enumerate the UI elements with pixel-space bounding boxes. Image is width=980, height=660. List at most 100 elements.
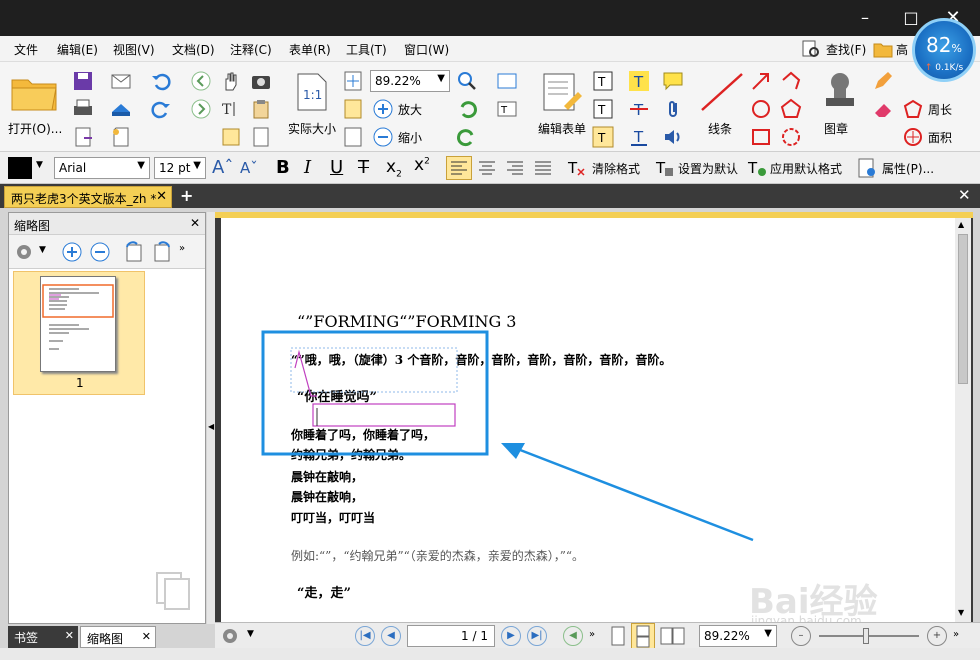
prev-page-button[interactable]: ◀ (381, 626, 401, 646)
page-number-field[interactable]: 1 / 1 (407, 625, 495, 647)
email-icon[interactable] (110, 70, 132, 92)
more-icon[interactable]: » (953, 629, 959, 640)
zoom-in-label[interactable]: 放大 (398, 101, 422, 118)
select-text-icon[interactable]: T (220, 98, 242, 120)
zoom-slider[interactable] (819, 628, 919, 644)
bold-icon[interactable]: B (276, 157, 290, 178)
apply-default-icon[interactable]: T (746, 157, 768, 179)
superscript-icon[interactable]: x2 (414, 155, 430, 175)
arrow-icon[interactable] (750, 70, 772, 92)
zoom-out-button[interactable]: – (791, 626, 811, 646)
actual-size-label[interactable]: 实际大小 (288, 120, 336, 137)
actual-size-icon[interactable]: 1:1 (294, 72, 330, 112)
undo-icon[interactable] (150, 70, 172, 92)
chevron-down-icon[interactable]: ▼ (247, 629, 254, 639)
rotate-right-icon[interactable] (456, 126, 478, 148)
scroll-thumb[interactable] (958, 234, 968, 384)
typewriter-icon[interactable] (496, 70, 518, 92)
more-icon[interactable]: » (179, 243, 185, 254)
align-left-icon[interactable] (446, 156, 472, 180)
chevron-down-icon[interactable]: ▼ (39, 245, 46, 255)
eraser-icon[interactable] (872, 98, 894, 120)
cloud-icon[interactable] (780, 126, 802, 148)
fit-width-icon[interactable] (342, 98, 364, 120)
stamp-label[interactable]: 图章 (824, 120, 848, 137)
annotation-select-icon[interactable] (220, 126, 242, 148)
underline-text-icon[interactable]: T (628, 126, 650, 148)
minimize-button[interactable]: – (852, 6, 878, 30)
menu-window[interactable]: 窗口(W) (404, 41, 449, 58)
forward-icon[interactable] (190, 98, 212, 120)
perimeter-label[interactable]: 周长 (928, 101, 952, 118)
fit-page-icon[interactable] (342, 70, 364, 92)
pin-text-icon[interactable]: T (592, 126, 614, 148)
print-icon[interactable] (72, 98, 94, 120)
scan-icon[interactable] (110, 98, 132, 120)
set-default-icon[interactable]: T (654, 157, 676, 179)
redo-icon[interactable] (150, 98, 172, 120)
increase-font-icon[interactable]: Aˆ (212, 157, 233, 178)
menu-advanced-search[interactable]: 高 (896, 41, 908, 58)
vertical-scrollbar[interactable]: ▲ ▼ (955, 218, 971, 622)
align-right-icon[interactable] (504, 157, 526, 179)
decrease-font-icon[interactable]: Aˇ (240, 159, 258, 177)
open-label[interactable]: 打开(O)... (8, 120, 62, 137)
pdf-page[interactable]: “”FORMING“”FORMING 3 “”哦，哦，（旋律）3 个音阶，音阶，… (221, 218, 955, 628)
edit-form-label[interactable]: 编辑表单 (538, 120, 586, 137)
fit-visible-icon[interactable] (342, 126, 364, 148)
close-icon[interactable]: ✕ (142, 630, 151, 643)
stamp-icon[interactable] (820, 70, 860, 114)
clipboard-icon[interactable] (250, 98, 272, 120)
apply-default-label[interactable]: 应用默认格式 (770, 160, 842, 177)
maximize-button[interactable]: □ (898, 6, 924, 30)
highlight-text-icon[interactable]: T (628, 70, 650, 92)
gear-icon[interactable] (13, 241, 35, 263)
underline-icon[interactable]: U (330, 157, 343, 178)
new-tab-icon[interactable]: + (180, 186, 193, 205)
note-icon[interactable] (662, 70, 684, 92)
rotate-cw-icon[interactable] (151, 241, 173, 263)
area-label[interactable]: 面积 (928, 129, 952, 146)
menu-form[interactable]: 表单(R) (289, 41, 331, 58)
ellipse-icon[interactable] (750, 98, 772, 120)
attachment-icon[interactable] (662, 98, 684, 120)
font-size-combo[interactable]: 12 pt ▼ (154, 157, 206, 179)
rectangle-icon[interactable] (750, 126, 772, 148)
line-icon[interactable] (698, 70, 746, 114)
zoom-in-magnifier-icon[interactable] (456, 70, 478, 92)
set-default-label[interactable]: 设置为默认 (678, 160, 738, 177)
zoom-slider-handle[interactable] (863, 628, 869, 644)
rotate-ccw-icon[interactable] (123, 241, 145, 263)
collapse-arrow-icon[interactable]: ◀ (208, 422, 214, 431)
tab-bookmarks[interactable]: 书签 ✕ (8, 626, 78, 648)
page-thumbnail[interactable] (40, 276, 116, 372)
close-icon[interactable]: ✕ (156, 189, 167, 204)
open-folder-icon[interactable] (10, 72, 58, 112)
align-center-icon[interactable] (476, 157, 498, 179)
status-zoom-combo[interactable]: 89.22% ▼ (699, 625, 777, 647)
first-page-button[interactable]: |◀ (355, 626, 375, 646)
scroll-up-icon[interactable]: ▲ (958, 220, 964, 229)
menu-edit[interactable]: 编辑(E) (57, 41, 98, 58)
tab-thumbnails[interactable]: 缩略图 ✕ (80, 626, 156, 648)
italic-icon[interactable]: I (304, 157, 311, 178)
menu-find[interactable]: 查找(F) (826, 41, 866, 58)
text-box-icon[interactable]: T (592, 70, 614, 92)
facing-pages-icon[interactable] (659, 625, 687, 647)
thumbnail-item[interactable]: 1 (13, 271, 145, 395)
text-field-icon[interactable]: T (496, 98, 518, 120)
properties-label[interactable]: 属性(P)... (882, 160, 934, 177)
strikeout-text-icon[interactable]: T (628, 98, 650, 120)
close-icon[interactable]: ✕ (190, 216, 200, 230)
zoom-out-icon[interactable] (372, 126, 394, 148)
hand-tool-icon[interactable] (220, 70, 242, 92)
strikethrough-icon[interactable]: T (358, 157, 369, 178)
gear-icon[interactable] (219, 625, 241, 647)
back-view-button[interactable]: ◀ (563, 626, 583, 646)
perimeter-icon[interactable] (902, 98, 924, 120)
callout-icon[interactable]: T (592, 98, 614, 120)
pentagon-icon[interactable] (780, 98, 802, 120)
properties-icon[interactable] (856, 157, 878, 179)
new-page-icon[interactable] (110, 126, 132, 148)
close-icon[interactable]: ✕ (65, 629, 74, 642)
